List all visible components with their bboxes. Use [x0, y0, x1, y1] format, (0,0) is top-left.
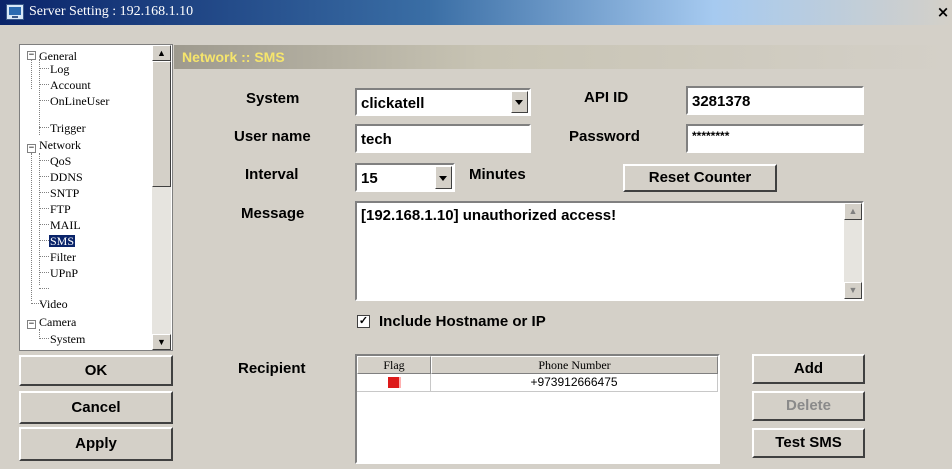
tree-expander-icon[interactable]: − — [27, 320, 36, 329]
tree-item-general[interactable]: General — [39, 50, 77, 62]
scrollbar-thumb[interactable] — [152, 61, 171, 187]
system-label: System — [246, 90, 300, 107]
chevron-down-icon[interactable] — [435, 166, 452, 189]
chevron-down-icon[interactable] — [511, 91, 528, 113]
scroll-down-icon[interactable]: ▼ — [844, 282, 862, 299]
ok-button[interactable]: OK — [19, 355, 173, 386]
close-button[interactable]: × — [934, 3, 952, 22]
interval-select[interactable]: 15 — [355, 163, 455, 192]
message-scrollbar[interactable]: ▲ ▼ — [844, 203, 862, 299]
tree-item-camera[interactable]: Camera — [39, 316, 76, 328]
tree-item-trigger[interactable]: Trigger — [50, 122, 86, 134]
tree-item-network[interactable]: Network — [39, 139, 81, 151]
system-select[interactable]: clickatell — [355, 88, 531, 116]
tree-item-account[interactable]: Account — [50, 79, 91, 91]
tree-item-filter[interactable]: Filter — [50, 251, 76, 263]
tree-scrollbar[interactable]: ▲ ▼ — [152, 45, 171, 350]
tree-item-ddns[interactable]: DDNS — [50, 171, 83, 183]
tree-expander-icon[interactable]: − — [27, 144, 36, 153]
settings-tree: − General Log Account OnLineUser Trigger… — [19, 44, 173, 351]
system-value: clickatell — [361, 95, 425, 112]
window-title: Server Setting : 192.168.1.10 — [29, 4, 194, 19]
include-hostname-checkbox[interactable]: ✓ — [357, 315, 370, 328]
tree-expander-icon[interactable]: − — [27, 51, 36, 60]
table-cell-phone[interactable]: +973912666475 — [431, 374, 718, 392]
column-header-flag[interactable]: Flag — [357, 356, 431, 374]
tree-item-sms[interactable]: SMS — [49, 235, 76, 247]
title-bar: Server Setting : 192.168.1.10 × — [0, 0, 952, 25]
include-hostname-label: Include Hostname or IP — [379, 313, 546, 330]
tree-item-upnp[interactable]: UPnP — [50, 267, 78, 279]
interval-value: 15 — [361, 170, 378, 187]
server-setting-window: Server Setting : 192.168.1.10 × − Genera… — [0, 0, 952, 469]
tree-item-ftp[interactable]: FTP — [50, 203, 71, 215]
section-title: Network :: SMS — [182, 49, 285, 65]
monitor-icon — [6, 4, 24, 20]
cancel-button[interactable]: Cancel — [19, 391, 173, 424]
flag-icon — [388, 377, 401, 388]
tree-item-qos[interactable]: QoS — [50, 155, 71, 167]
scroll-up-icon[interactable]: ▲ — [844, 203, 862, 220]
add-button[interactable]: Add — [752, 354, 865, 384]
password-field[interactable]: ******** — [686, 124, 864, 153]
section-header: Network :: SMS — [174, 45, 952, 69]
test-sms-button[interactable]: Test SMS — [752, 428, 865, 458]
api-id-field[interactable]: 3281378 — [686, 86, 864, 115]
api-id-label: API ID — [584, 89, 629, 106]
tree-item-onlineuser[interactable]: OnLineUser — [50, 95, 109, 107]
tree-item-sntp[interactable]: SNTP — [50, 187, 79, 199]
username-field[interactable]: tech — [355, 124, 531, 153]
delete-button[interactable]: Delete — [752, 391, 865, 421]
scroll-down-icon[interactable]: ▼ — [152, 334, 171, 350]
username-label: User name — [234, 128, 311, 145]
table-cell-flag[interactable] — [357, 374, 431, 392]
reset-counter-button[interactable]: Reset Counter — [623, 164, 777, 192]
tree-item-system[interactable]: System — [50, 333, 85, 345]
interval-label: Interval — [245, 166, 299, 183]
message-text: [192.168.1.10] unauthorized access! — [361, 207, 617, 224]
column-header-phone[interactable]: Phone Number — [431, 356, 718, 374]
apply-button[interactable]: Apply — [19, 427, 173, 461]
scroll-up-icon[interactable]: ▲ — [152, 45, 171, 61]
minutes-label: Minutes — [469, 166, 526, 183]
tree-item-log[interactable]: Log — [50, 63, 69, 75]
tree-item-video[interactable]: Video — [39, 298, 68, 310]
message-textarea[interactable]: [192.168.1.10] unauthorized access! ▲ ▼ — [355, 201, 864, 301]
message-label: Message — [241, 205, 305, 222]
recipient-label: Recipient — [238, 360, 306, 377]
password-label: Password — [569, 128, 640, 145]
tree-item-mail[interactable]: MAIL — [50, 219, 81, 231]
recipient-grid[interactable]: Flag Phone Number +973912666475 — [355, 354, 720, 464]
